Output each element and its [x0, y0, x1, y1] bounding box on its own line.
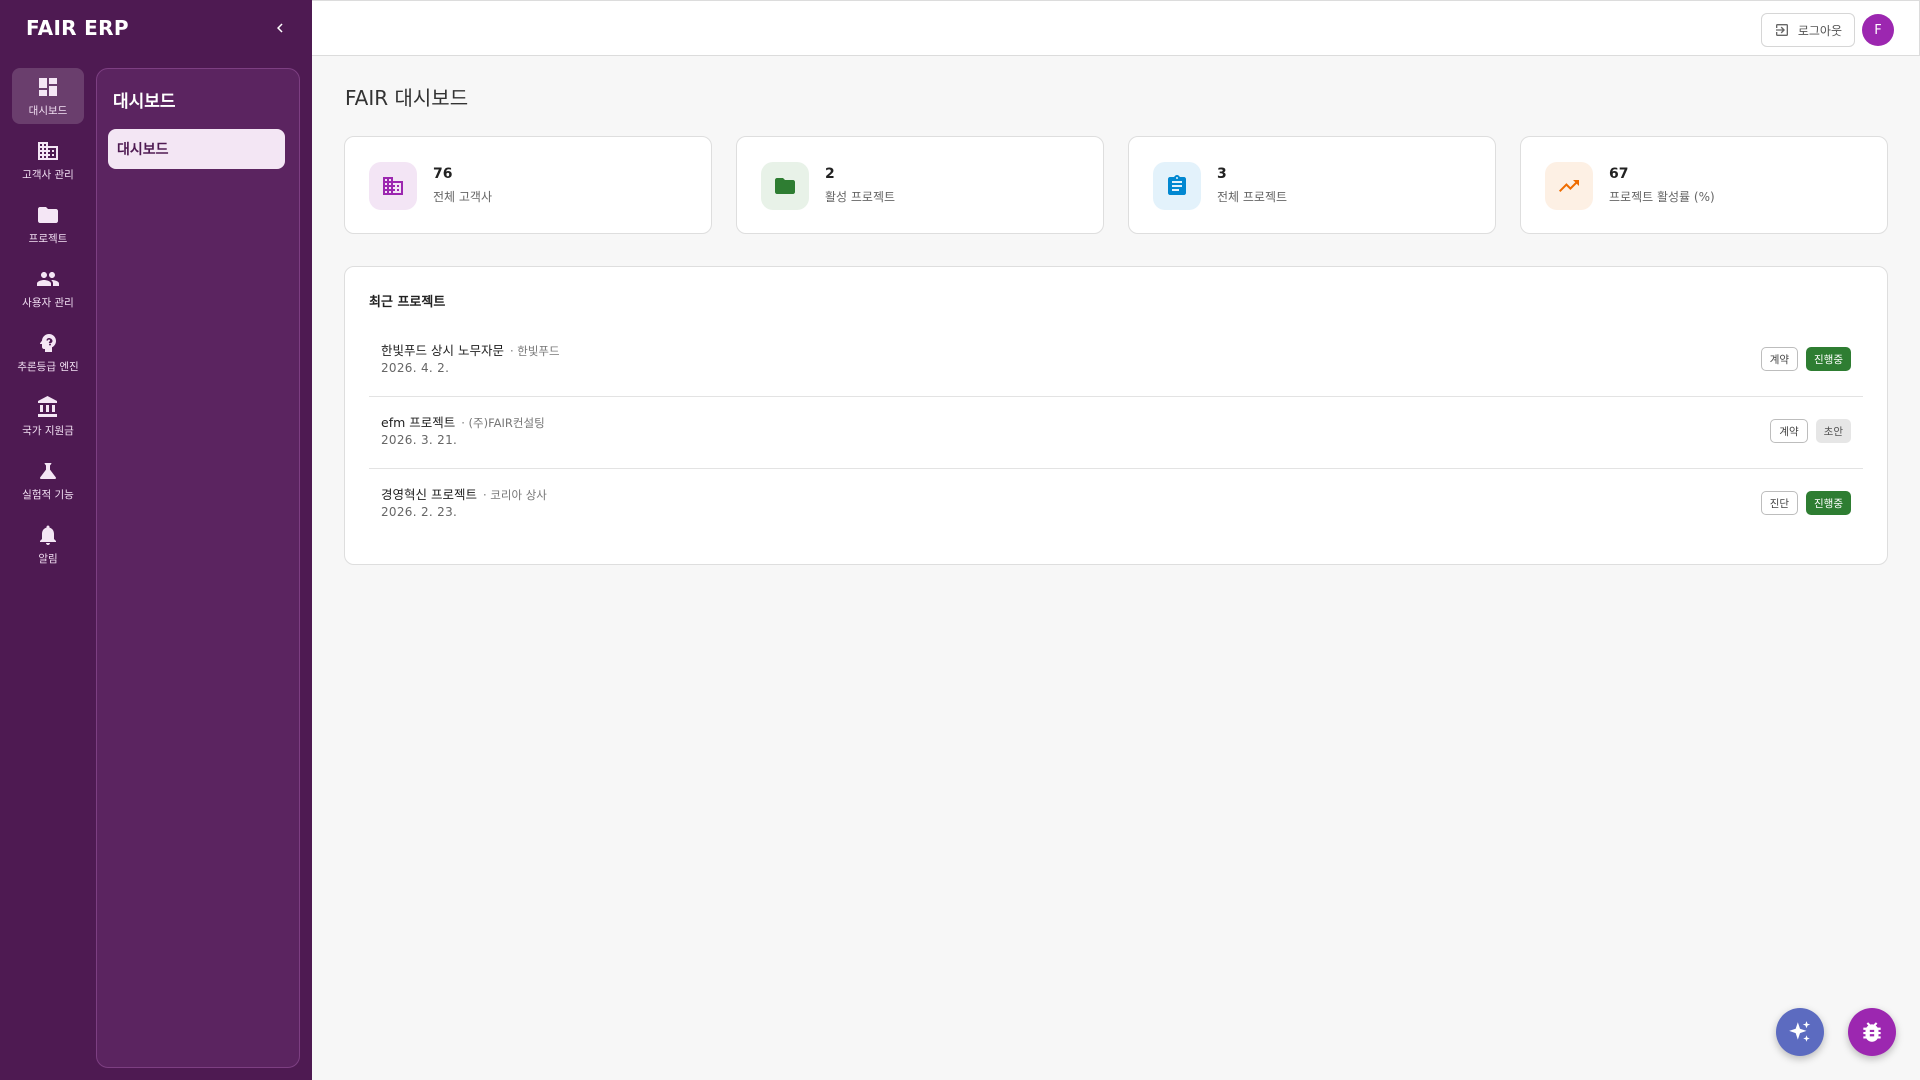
chevron-left-icon: [277, 23, 283, 33]
stat-label: 활성 프로젝트: [825, 190, 896, 204]
status-badge: 초안: [1815, 419, 1851, 443]
project-name: 경영혁신 프로젝트: [381, 487, 477, 502]
project-client: · 코리아 상사: [482, 488, 547, 502]
stat-icon-container: [761, 162, 809, 210]
rail-label: 프로젝트: [28, 232, 68, 245]
folder-icon: [38, 206, 58, 223]
sidebar: FAIR ERP 대시보드 고객사 관리 프로젝트 사용자 관리 추론등급 엔진…: [0, 0, 312, 1080]
app-brand: FAIR ERP: [26, 16, 129, 40]
trending-up-icon: [1559, 180, 1579, 192]
stat-value: 2: [825, 166, 835, 182]
stat-label: 전체 프로젝트: [1217, 190, 1288, 204]
stat-label: 전체 고객사: [433, 190, 493, 204]
nav-rail: 대시보드 고객사 관리 프로젝트 사용자 관리 추론등급 엔진 국가 지원금 실…: [0, 68, 96, 580]
dashboard-icon: [39, 77, 57, 96]
rail-label: 알림: [38, 552, 58, 565]
stat-icon-container: [369, 162, 417, 210]
subpanel-item-dashboard[interactable]: 대시보드: [108, 129, 285, 169]
rail-label: 국가 지원금: [22, 424, 74, 437]
project-client: · (주)FAIR컨설팅: [461, 416, 545, 430]
stat-icon-container: [1545, 162, 1593, 210]
bug-report-button[interactable]: [1848, 1008, 1896, 1056]
bank-icon: [38, 395, 57, 417]
stat-label: 프로젝트 활성률 (%): [1609, 190, 1715, 204]
list-item[interactable]: 한빛푸드 상시 노무자문 · 한빛푸드 2026. 4. 2. 계약 진행중: [369, 325, 1863, 397]
psychology-icon: [39, 333, 56, 352]
bell-icon: [40, 525, 56, 545]
project-type-badge: 계약: [1760, 347, 1799, 371]
status-badge: 진행중: [1806, 347, 1851, 371]
top-bar: 로그아웃 F: [312, 0, 1920, 56]
project-client: · 한빛푸드: [509, 344, 560, 358]
stat-value: 67: [1609, 166, 1629, 182]
project-name: efm 프로젝트: [381, 415, 456, 430]
rail-label: 추론등급 엔진: [17, 360, 79, 373]
logout-icon: [1775, 24, 1788, 36]
recent-projects-card: 최근 프로젝트 한빛푸드 상시 노무자문 · 한빛푸드 2026. 4. 2. 계…: [344, 266, 1888, 565]
building-icon: [38, 141, 58, 160]
project-name: 한빛푸드 상시 노무자문: [381, 343, 504, 358]
building-icon: [383, 177, 403, 195]
sub-navigation-panel: 대시보드 대시보드: [96, 68, 300, 1068]
page-title: FAIR 대시보드: [345, 86, 469, 110]
subpanel-title: 대시보드: [113, 92, 176, 112]
rail-label: 실험적 기능: [22, 488, 74, 501]
rail-label: 사용자 관리: [22, 296, 74, 309]
avatar[interactable]: F: [1862, 14, 1894, 46]
project-type-badge: 진단: [1760, 491, 1799, 515]
status-badge: 진행중: [1806, 491, 1851, 515]
project-date: 2026. 3. 21.: [381, 433, 458, 447]
stat-card-clients: 76 전체 고객사: [344, 136, 712, 234]
flask-icon: [40, 462, 56, 479]
stat-value: 76: [433, 166, 453, 182]
rail-item-clients[interactable]: 고객사 관리: [12, 132, 84, 188]
list-item[interactable]: 경영혁신 프로젝트 · 코리아 상사 2026. 2. 23. 진단 진행중: [369, 469, 1863, 541]
rail-item-users[interactable]: 사용자 관리: [12, 260, 84, 316]
stat-card-active-projects: 2 활성 프로젝트: [736, 136, 1104, 234]
logout-label: 로그아웃: [1797, 23, 1842, 38]
clipboard-icon: [1168, 175, 1186, 195]
stat-card-activity-rate: 67 프로젝트 활성률 (%): [1520, 136, 1888, 234]
sparkle-icon: [1789, 1021, 1811, 1042]
rail-label: 고객사 관리: [22, 168, 74, 181]
list-item[interactable]: efm 프로젝트 · (주)FAIR컨설팅 2026. 3. 21. 계약 초안: [369, 397, 1863, 469]
stat-card-total-projects: 3 전체 프로젝트: [1128, 136, 1496, 234]
folder-icon: [775, 178, 795, 194]
project-date: 2026. 2. 23.: [381, 505, 458, 519]
recent-projects-title: 최근 프로젝트: [369, 295, 446, 310]
project-type-badge: 계약: [1770, 419, 1808, 443]
stat-value: 3: [1217, 166, 1227, 182]
rail-item-dashboard[interactable]: 대시보드: [12, 68, 84, 124]
ai-assistant-button[interactable]: [1776, 1008, 1824, 1056]
logout-button[interactable]: 로그아웃: [1760, 13, 1855, 47]
bug-icon: [1863, 1022, 1881, 1042]
rail-item-notifications[interactable]: 알림: [12, 516, 84, 572]
rail-item-experimental[interactable]: 실험적 기능: [12, 452, 84, 508]
rail-item-inference-engine[interactable]: 추론등급 엔진: [12, 324, 84, 380]
project-date: 2026. 4. 2.: [381, 361, 450, 375]
stat-icon-container: [1153, 162, 1201, 210]
collapse-sidebar-button[interactable]: [266, 14, 294, 42]
rail-label: 대시보드: [28, 104, 68, 117]
rail-item-grants[interactable]: 국가 지원금: [12, 388, 84, 444]
rail-item-projects[interactable]: 프로젝트: [12, 196, 84, 252]
people-icon: [37, 271, 59, 286]
